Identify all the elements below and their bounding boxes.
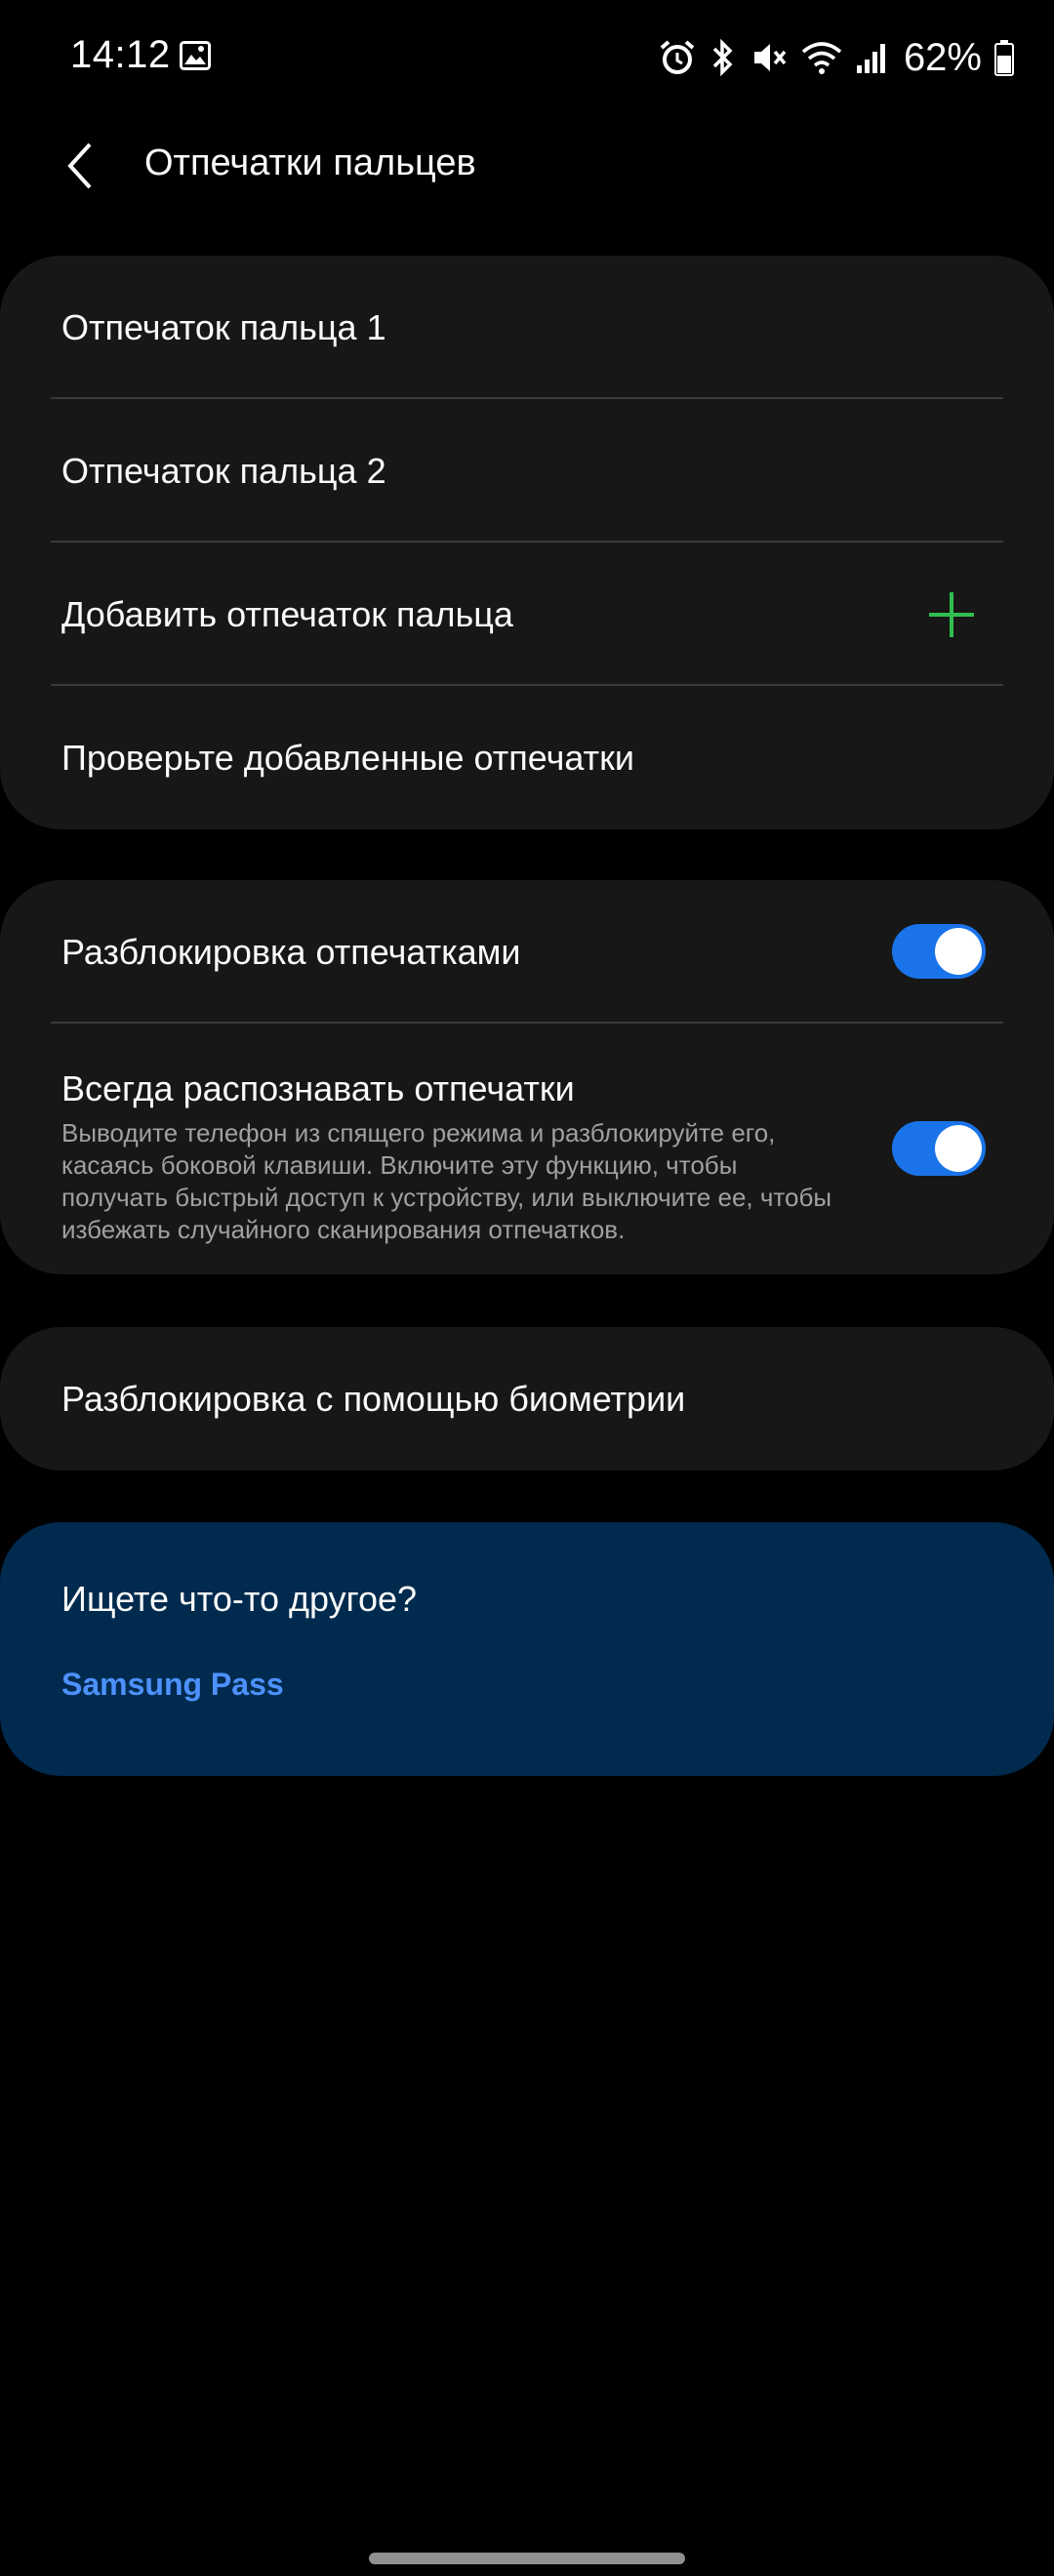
- page-title: Отпечатки пальцев: [144, 142, 476, 183]
- fingerprint-unlock-item[interactable]: Разблокировка отпечатками: [0, 880, 1054, 1024]
- fingerprints-card: Отпечаток пальца 1 Отпечаток пальца 2 До…: [0, 256, 1054, 829]
- biometrics-unlock-label: Разблокировка с помощью биометрии: [61, 1378, 686, 1419]
- info-title: Ищете что-то другое?: [61, 1579, 418, 1619]
- fingerprint-unlock-label: Разблокировка отпечатками: [61, 931, 521, 972]
- biometrics-unlock-item[interactable]: Разблокировка с помощью биометрии: [0, 1327, 1054, 1470]
- always-on-fingerprint-description: Выводите телефон из спящего режима и раз…: [61, 1118, 832, 1244]
- mute-icon: [753, 44, 787, 71]
- biometrics-card[interactable]: Разблокировка с помощью биометрии: [0, 1327, 1054, 1470]
- battery-icon: [994, 40, 1014, 76]
- battery-percentage: 62%: [903, 35, 982, 79]
- status-icons: 62%: [658, 33, 1015, 82]
- check-fingerprints-label: Проверьте добавленные отпечатки: [61, 737, 634, 778]
- status-time: 14:12: [70, 33, 171, 76]
- fingerprint-1-label: Отпечаток пальца 1: [61, 306, 386, 347]
- status-bar: 14:12 62%: [0, 0, 1054, 117]
- plus-icon[interactable]: [927, 590, 976, 639]
- check-fingerprints-item[interactable]: Проверьте добавленные отпечатки: [0, 686, 1054, 829]
- gesture-nav-handle[interactable]: [369, 2553, 685, 2564]
- always-on-fingerprint-title: Всегда распознавать отпечатки: [61, 1068, 575, 1108]
- gallery-icon: [180, 41, 211, 70]
- fingerprint-2-label: Отпечаток пальца 2: [61, 450, 386, 491]
- toggle-knob: [935, 928, 982, 975]
- bluetooth-icon: [712, 38, 733, 77]
- looking-for-something-else-card: Ищете что-то другое? Samsung Pass: [0, 1522, 1054, 1776]
- add-fingerprint-label: Добавить отпечаток пальца: [61, 593, 513, 634]
- wifi-icon: [801, 42, 842, 74]
- fingerprint-unlock-toggle[interactable]: [892, 924, 986, 979]
- always-on-fingerprint-toggle[interactable]: [892, 1121, 986, 1176]
- chevron-left-icon[interactable]: [55, 135, 113, 197]
- always-on-fingerprint-item[interactable]: Всегда распознавать отпечатки Выводите т…: [0, 1024, 1054, 1272]
- toggle-knob: [935, 1125, 982, 1172]
- samsung-pass-link[interactable]: Samsung Pass: [61, 1667, 284, 1703]
- settings-card: Разблокировка отпечатками Всегда распозн…: [0, 880, 1054, 1274]
- add-fingerprint-item[interactable]: Добавить отпечаток пальца: [0, 543, 1054, 686]
- app-bar: Отпечатки пальцев: [0, 117, 1054, 215]
- alarm-icon: [660, 40, 695, 74]
- signal-icon: [856, 44, 885, 73]
- fingerprint-1-item[interactable]: Отпечаток пальца 1: [0, 256, 1054, 399]
- fingerprint-2-item[interactable]: Отпечаток пальца 2: [0, 399, 1054, 543]
